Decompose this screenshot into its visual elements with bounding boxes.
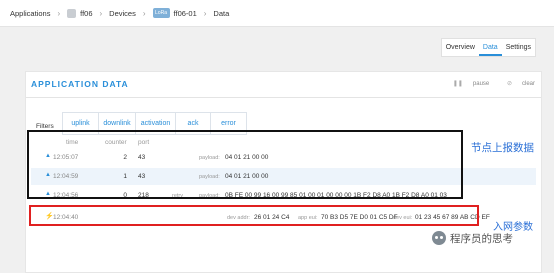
filters-label: Filters (36, 123, 54, 130)
panel-actions: ❚❚ pause ⊘ clear (437, 80, 535, 87)
breadcrumb-separator: › (203, 8, 207, 18)
breadcrumb-separator: › (57, 8, 61, 18)
breadcrumb-separator: › (142, 8, 146, 18)
pause-icon: ❚❚ (452, 81, 463, 87)
panel-divider (26, 97, 541, 98)
clear-icon: ⊘ (506, 81, 512, 87)
pause-label: pause (472, 81, 490, 87)
breadcrumb-app[interactable]: ff06 (80, 9, 92, 18)
clear-label: clear (521, 81, 535, 87)
watermark: 程序员的思考 (432, 230, 513, 246)
app-icon (67, 8, 77, 18)
nav-tabs: Overview Data Settings (440, 38, 536, 57)
breadcrumb-applications[interactable]: Applications (10, 9, 50, 18)
breadcrumb-data: Data (213, 8, 230, 18)
wechat-logo-icon (432, 231, 446, 245)
clear-button[interactable]: ⊘ clear (499, 81, 535, 87)
breadcrumb-device[interactable]: ff06-01 (174, 9, 197, 18)
breadcrumb: Applications › ff06 › Devices › LoRa ff0… (0, 0, 554, 27)
breadcrumb-separator: › (99, 8, 103, 18)
watermark-text: 程序员的思考 (450, 232, 513, 245)
tab-settings[interactable]: Settings (502, 39, 535, 56)
breadcrumb-devices[interactable]: Devices (109, 9, 136, 18)
uplink-highlight-box (27, 130, 463, 199)
activation-highlight-box (29, 205, 479, 226)
tab-data[interactable]: Data (478, 39, 502, 56)
uplink-annotation: 节点上报数据 (471, 142, 534, 154)
panel-title: APPLICATION DATA (31, 79, 129, 89)
pause-button[interactable]: ❚❚ pause (445, 81, 489, 87)
tab-overview[interactable]: Overview (442, 39, 479, 56)
device-icon: LoRa (152, 8, 170, 18)
